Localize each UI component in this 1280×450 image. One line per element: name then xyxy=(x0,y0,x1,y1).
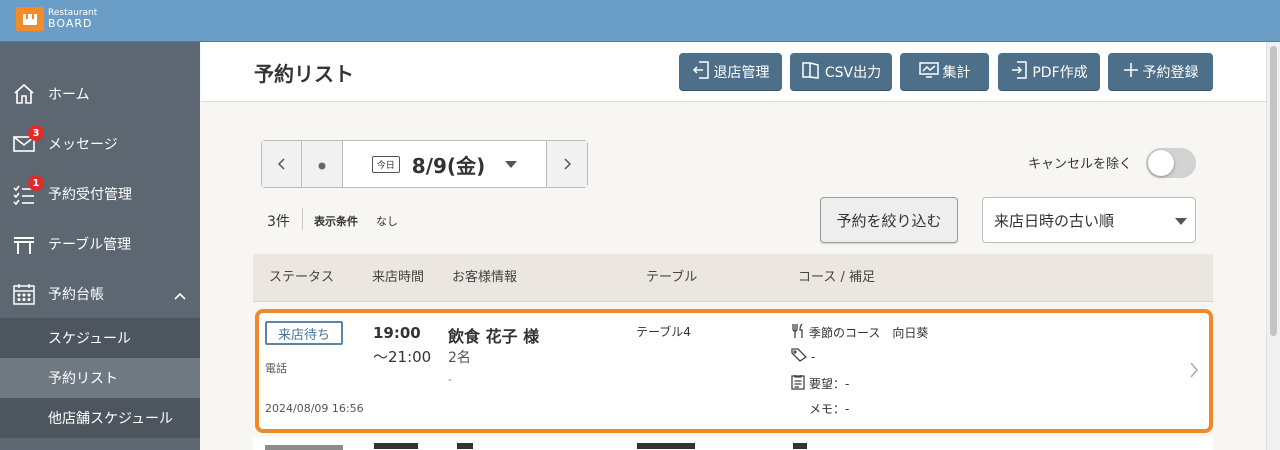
page-title: 予約リスト xyxy=(254,62,354,86)
button-label: 予約登録 xyxy=(1142,64,1199,81)
calendar-icon xyxy=(11,281,37,307)
sidebar-item-home[interactable]: ホーム xyxy=(0,69,200,119)
visit-start-time: 19:00 xyxy=(373,324,421,342)
date-picker[interactable]: 今日 8/9(金) xyxy=(343,141,547,187)
column-header-table: テーブル xyxy=(646,270,698,285)
sidebar-item-label: ホーム xyxy=(48,87,90,103)
sidebar-subitem-label: 他店舗スケジュール xyxy=(48,411,174,427)
checkout-management-button[interactable]: 退店管理 xyxy=(679,53,782,90)
request-line: 要望：- xyxy=(791,374,849,393)
sidebar-subitem-schedule[interactable]: スケジュール xyxy=(0,318,200,358)
sidebar-item-label: 予約受付管理 xyxy=(48,187,132,203)
table-row[interactable]: 来店待ち 電話 2024/08/09 16:56 19:00 〜21:00 飲食… xyxy=(255,309,1213,433)
button-label: 退店管理 xyxy=(713,64,770,81)
chevron-left-icon xyxy=(277,155,286,174)
logo-mark-icon xyxy=(16,7,44,31)
tag-value: - xyxy=(811,349,816,364)
tag-line: - xyxy=(791,348,815,365)
sidebar-item-messages[interactable]: 3 メッセージ xyxy=(0,119,200,169)
sort-selected-value: 来店日時の古い順 xyxy=(994,211,1115,230)
current-day-button[interactable] xyxy=(302,141,343,187)
logo-line2: BOARD xyxy=(48,17,93,30)
sidebar-item-label: メッセージ xyxy=(48,137,118,153)
toggle-knob xyxy=(1148,150,1174,176)
sidebar-item-table-management[interactable]: テーブル管理 xyxy=(0,219,200,269)
condition-value: なし xyxy=(376,215,398,228)
sidebar: ホーム 3 メッセージ 1 予約受付管理 テーブル管理 予約台帳 スケジュール … xyxy=(0,42,200,450)
request-value: 要望：- xyxy=(809,377,850,391)
next-day-button[interactable] xyxy=(547,141,587,187)
memo-value: メモ：- xyxy=(809,402,850,416)
dot-icon xyxy=(318,155,326,174)
top-bar: Restaurant BOARD xyxy=(0,0,1280,42)
status-badge xyxy=(265,445,343,450)
plus-icon xyxy=(1123,62,1139,82)
chevron-up-icon xyxy=(174,285,186,304)
exit-icon xyxy=(692,60,710,84)
chevron-right-icon xyxy=(563,155,572,174)
visit-end-time: 〜21:00 xyxy=(373,348,432,366)
exclude-cancel-toggle[interactable] xyxy=(1146,148,1196,178)
button-label: 集計 xyxy=(942,64,971,81)
chevron-right-icon[interactable] xyxy=(1189,361,1199,383)
reservation-source: 電話 xyxy=(265,362,287,375)
fork-knife-icon xyxy=(791,323,805,342)
result-count: 3件 xyxy=(267,214,290,230)
book-icon xyxy=(801,61,821,83)
app-logo[interactable]: Restaurant BOARD xyxy=(16,7,97,31)
prev-day-button[interactable] xyxy=(262,141,302,187)
sort-select[interactable]: 来店日時の古い順 xyxy=(982,197,1196,243)
monitor-chart-icon xyxy=(918,61,939,83)
today-label: 今日 xyxy=(371,155,400,173)
document-export-icon xyxy=(1010,60,1028,84)
table-assignment: テーブル4 xyxy=(636,325,691,339)
customer-extra: - xyxy=(448,373,452,386)
condition-label: 表示条件 xyxy=(314,215,358,228)
course-line: 季節のコース 向日葵 xyxy=(791,323,928,342)
column-header-customer: お客様情報 xyxy=(452,270,518,285)
caret-down-icon xyxy=(1175,218,1187,225)
course-name: 季節のコース 向日葵 xyxy=(809,326,929,340)
page-scrollbar[interactable] xyxy=(1266,42,1280,450)
message-count-badge: 3 xyxy=(28,125,44,141)
selected-date: 8/9(金) xyxy=(411,153,486,178)
table-header: ステータス 来店時間 お客様情報 テーブル コース / 補足 xyxy=(253,254,1213,302)
table-icon xyxy=(11,231,37,257)
divider xyxy=(302,208,303,230)
button-label: PDF作成 xyxy=(1032,64,1088,81)
filter-reservations-button[interactable]: 予約を絞り込む xyxy=(820,197,958,243)
pdf-create-button[interactable]: PDF作成 xyxy=(998,53,1100,90)
column-header-time: 来店時間 xyxy=(372,270,425,285)
page-header: 予約リスト 退店管理 CSV出力 集計 PDF作成 予約登録 xyxy=(201,42,1266,102)
memo-line: メモ：- xyxy=(809,400,849,417)
button-label: CSV出力 xyxy=(824,64,882,81)
new-reservation-button[interactable]: 予約登録 xyxy=(1108,53,1213,90)
column-header-status: ステータス xyxy=(269,270,335,285)
party-size: 2名 xyxy=(448,350,471,366)
caret-down-icon xyxy=(505,160,518,168)
sidebar-item-label: 予約台帳 xyxy=(48,287,104,303)
tag-icon xyxy=(791,348,808,365)
summary-button[interactable]: 集計 xyxy=(900,53,989,90)
table-row[interactable] xyxy=(253,437,1213,450)
sidebar-item-reservation-ledger[interactable]: 予約台帳 xyxy=(0,269,200,319)
sidebar-subitem-other-store-schedule[interactable]: 他店舗スケジュール xyxy=(0,398,200,438)
status-badge: 来店待ち xyxy=(265,321,343,345)
scrollbar-thumb[interactable] xyxy=(1270,46,1277,336)
exclude-cancel-label: キャンセルを除く xyxy=(1028,157,1133,172)
sidebar-subitem-reservation-list[interactable]: 予約リスト xyxy=(0,358,200,398)
column-header-course: コース / 補足 xyxy=(798,270,875,285)
note-icon xyxy=(791,374,805,393)
home-icon xyxy=(11,81,37,107)
sidebar-item-reservation-intake[interactable]: 1 予約受付管理 xyxy=(0,169,200,219)
customer-name: 飲食 花子 様 xyxy=(448,327,540,346)
created-timestamp: 2024/08/09 16:56 xyxy=(265,402,364,415)
intake-count-badge: 1 xyxy=(28,175,44,191)
csv-export-button[interactable]: CSV出力 xyxy=(790,53,892,90)
sidebar-item-label: テーブル管理 xyxy=(48,237,132,253)
sidebar-subitem-label: スケジュール xyxy=(48,331,132,347)
date-navigator: 今日 8/9(金) xyxy=(261,140,588,188)
sidebar-subitem-label: 予約リスト xyxy=(48,371,118,387)
